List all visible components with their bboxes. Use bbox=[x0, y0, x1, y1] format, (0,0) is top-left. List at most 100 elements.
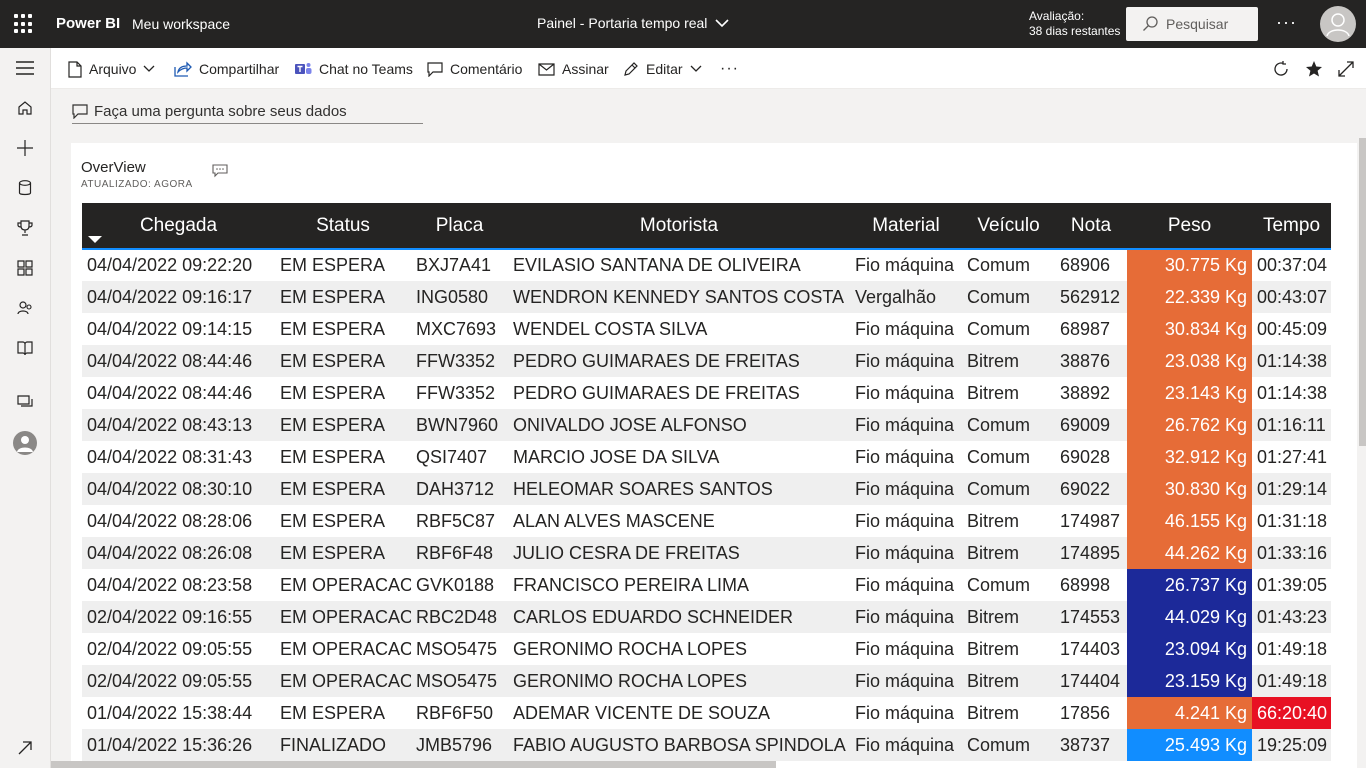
refresh-icon[interactable] bbox=[1272, 59, 1290, 79]
table-row[interactable]: 04/04/2022 08:23:58 EM OPERACAO GVK0188 FRA… bbox=[82, 569, 1331, 601]
cell-chegada: 04/04/2022 09:14:15 bbox=[82, 313, 275, 345]
cell-status: EM OPERACAO bbox=[275, 601, 411, 633]
cell-tempo: 01:43:23 bbox=[1252, 601, 1331, 633]
column-header-chegada[interactable]: Chegada bbox=[82, 203, 275, 249]
table-row[interactable]: 04/04/2022 08:43:13 EM ESPERA BWN7960 ONIVA… bbox=[82, 409, 1331, 441]
overview-table-visual[interactable]: OverView ATUALIZADO: AGORA Chegada Statu… bbox=[71, 143, 1357, 768]
table-row[interactable]: 01/04/2022 15:38:44 EM ESPERA RBF6F50 ADEMA… bbox=[82, 697, 1331, 729]
brand-name[interactable]: Power BI bbox=[56, 15, 120, 32]
app-launcher-icon[interactable] bbox=[14, 14, 34, 34]
cell-veiculo: Bitrem bbox=[962, 345, 1055, 377]
cell-veiculo: Bitrem bbox=[962, 377, 1055, 409]
cell-chegada: 04/04/2022 08:23:58 bbox=[82, 569, 275, 601]
more-actions-icon[interactable]: ··· bbox=[720, 59, 739, 79]
report-title-dropdown[interactable]: Painel - Portaria tempo real bbox=[537, 15, 729, 31]
column-header-nota[interactable]: Nota bbox=[1055, 203, 1127, 249]
cell-motorista: WENDEL COSTA SILVA bbox=[508, 313, 850, 345]
table-row[interactable]: 02/04/2022 09:16:55 EM OPERACAO RBC2D48 CAR… bbox=[82, 601, 1331, 633]
cell-chegada: 04/04/2022 09:16:17 bbox=[82, 281, 275, 313]
cell-tempo: 01:16:11 bbox=[1252, 409, 1331, 441]
column-header-material[interactable]: Material bbox=[850, 203, 962, 249]
table-row[interactable]: 02/04/2022 09:05:55 EM OPERACAO MSO5475 GER… bbox=[82, 633, 1331, 665]
expand-arrow-icon[interactable] bbox=[15, 738, 35, 758]
column-header-status[interactable]: Status bbox=[275, 203, 411, 249]
hamburger-menu-icon[interactable] bbox=[15, 58, 35, 78]
cell-nota: 68906 bbox=[1055, 248, 1127, 281]
cell-chegada: 04/04/2022 08:44:46 bbox=[82, 345, 275, 377]
my-workspace-avatar-icon[interactable] bbox=[13, 431, 37, 455]
column-header-chegada-label: Chegada bbox=[139, 214, 218, 236]
workspace-link[interactable]: Meu workspace bbox=[132, 16, 230, 32]
table-row[interactable]: 04/04/2022 08:44:46 EM ESPERA FFW3352 PEDRO… bbox=[82, 377, 1331, 409]
column-header-peso[interactable]: Peso bbox=[1127, 203, 1252, 249]
table-row[interactable]: 04/04/2022 09:16:17 EM ESPERA ING0580 WENDR… bbox=[82, 281, 1331, 313]
table-row[interactable]: 04/04/2022 08:26:08 EM ESPERA RBF6F48 JULIO… bbox=[82, 537, 1331, 569]
learn-book-icon[interactable] bbox=[15, 338, 35, 358]
table-row[interactable]: 04/04/2022 09:22:20 EM ESPERA BXJ7A41 EVILA… bbox=[82, 248, 1331, 281]
file-menu-button[interactable]: Arquivo bbox=[68, 59, 155, 79]
comment-icon bbox=[427, 61, 443, 77]
column-header-tempo[interactable]: Tempo bbox=[1252, 203, 1331, 249]
home-icon[interactable] bbox=[15, 98, 35, 118]
action-bar: Arquivo Compartilhar Chat no Teams Comen… bbox=[51, 48, 1366, 89]
left-navigation bbox=[0, 48, 51, 768]
table-row[interactable]: 02/04/2022 09:05:55 EM OPERACAO MSO5475 GER… bbox=[82, 665, 1331, 697]
vertical-scrollbar-thumb[interactable] bbox=[1359, 138, 1366, 446]
cell-status: EM ESPERA bbox=[275, 697, 411, 729]
cell-veiculo: Comum bbox=[962, 409, 1055, 441]
datasets-icon[interactable] bbox=[15, 178, 35, 198]
shared-with-me-icon[interactable] bbox=[15, 298, 35, 318]
fullscreen-icon[interactable] bbox=[1338, 59, 1354, 79]
cell-material: Fio máquina bbox=[850, 697, 962, 729]
top-bar: Power BI Meu workspace Painel - Portaria… bbox=[0, 0, 1366, 48]
chat-in-teams-button[interactable]: Chat no Teams bbox=[295, 59, 413, 79]
cell-peso: 30.775 Kg bbox=[1127, 248, 1252, 281]
table-row[interactable]: 01/04/2022 15:36:26 FINALIZADO JMB5796 FABI… bbox=[82, 729, 1331, 761]
teams-icon bbox=[295, 63, 312, 74]
avatar[interactable] bbox=[1320, 6, 1356, 42]
subscribe-button[interactable]: Assinar bbox=[538, 59, 609, 79]
table-row[interactable]: 04/04/2022 09:14:15 EM ESPERA MXC7693 WENDE… bbox=[82, 313, 1331, 345]
cell-material: Fio máquina bbox=[850, 409, 962, 441]
table-row[interactable]: 04/04/2022 08:44:46 EM ESPERA FFW3352 PEDRO… bbox=[82, 345, 1331, 377]
cell-status: EM ESPERA bbox=[275, 409, 411, 441]
favorite-star-icon[interactable] bbox=[1305, 59, 1323, 79]
cell-placa: FFW3352 bbox=[411, 345, 508, 377]
horizontal-scrollbar-thumb[interactable] bbox=[51, 761, 776, 768]
report-title: Painel - Portaria tempo real bbox=[537, 15, 708, 31]
cell-placa: RBF6F50 bbox=[411, 697, 508, 729]
share-button[interactable]: Compartilhar bbox=[174, 59, 279, 79]
cell-chegada: 04/04/2022 08:44:46 bbox=[82, 377, 275, 409]
column-header-veiculo[interactable]: Veículo bbox=[962, 203, 1055, 249]
comment-icon[interactable] bbox=[212, 164, 228, 183]
comment-button[interactable]: Comentário bbox=[427, 59, 522, 79]
cell-peso: 44.262 Kg bbox=[1127, 537, 1252, 569]
search-placeholder: Pesquisar bbox=[1166, 16, 1229, 32]
more-options-icon[interactable]: ··· bbox=[1276, 12, 1297, 33]
cell-veiculo: Comum bbox=[962, 441, 1055, 473]
table-row[interactable]: 04/04/2022 08:28:06 EM ESPERA RBF5C87 ALAN … bbox=[82, 505, 1331, 537]
cell-chegada: 02/04/2022 09:16:55 bbox=[82, 601, 275, 633]
apps-icon[interactable] bbox=[15, 258, 35, 278]
cell-nota: 562912 bbox=[1055, 281, 1127, 313]
cell-nota: 69022 bbox=[1055, 473, 1127, 505]
cell-placa: RBF5C87 bbox=[411, 505, 508, 537]
column-header-motorista[interactable]: Motorista bbox=[508, 203, 850, 249]
cell-motorista: GERONIMO ROCHA LOPES bbox=[508, 665, 850, 697]
qa-question-input[interactable]: Faça uma pergunta sobre seus dados bbox=[72, 100, 423, 124]
table-row[interactable]: 04/04/2022 08:31:43 EM ESPERA QSI7407 MARCI… bbox=[82, 441, 1331, 473]
cell-tempo: 01:33:16 bbox=[1252, 537, 1331, 569]
edit-button[interactable]: Editar bbox=[623, 59, 702, 79]
goals-trophy-icon[interactable] bbox=[15, 218, 35, 238]
create-plus-icon[interactable] bbox=[15, 138, 35, 158]
search-box[interactable]: Pesquisar bbox=[1126, 7, 1258, 41]
table-header-row: Chegada Status Placa Motorista Material … bbox=[82, 203, 1331, 249]
cell-chegada: 01/04/2022 15:38:44 bbox=[82, 697, 275, 729]
chevron-down-icon bbox=[690, 65, 702, 72]
cell-chegada: 04/04/2022 08:31:43 bbox=[82, 441, 275, 473]
cell-veiculo: Comum bbox=[962, 569, 1055, 601]
workspaces-icon[interactable] bbox=[15, 392, 35, 412]
search-icon bbox=[1143, 16, 1158, 31]
column-header-placa[interactable]: Placa bbox=[411, 203, 508, 249]
table-row[interactable]: 04/04/2022 08:30:10 EM ESPERA DAH3712 HELEO… bbox=[82, 473, 1331, 505]
